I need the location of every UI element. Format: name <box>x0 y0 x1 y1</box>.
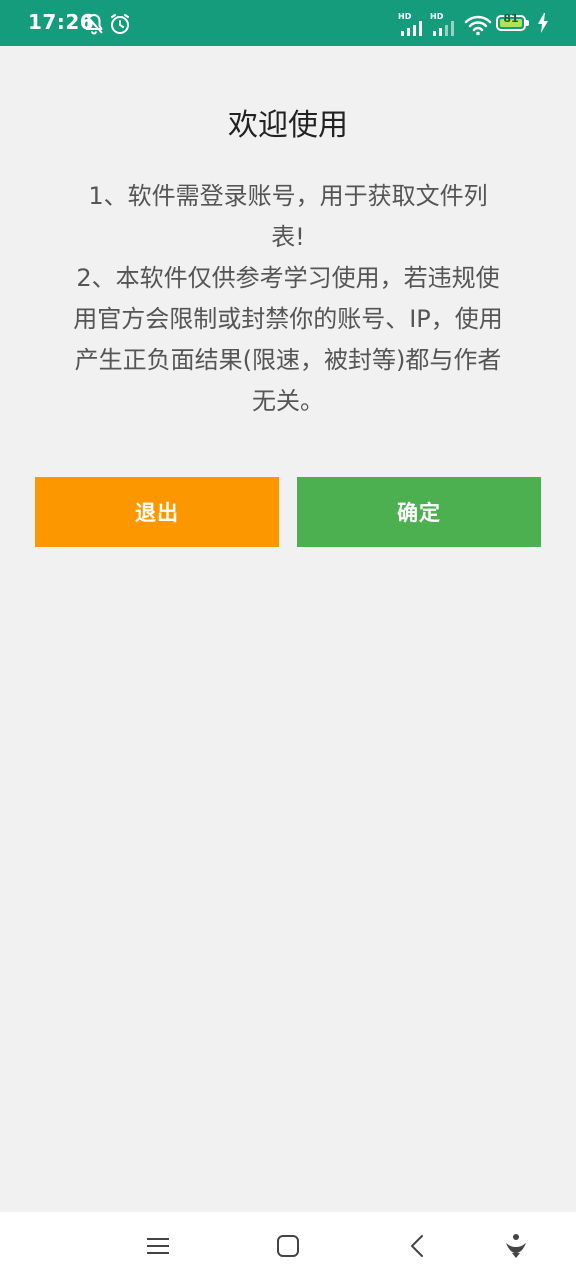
signal-icon <box>401 21 422 36</box>
alarm-icon <box>111 14 129 34</box>
exit-button[interactable]: 退出 <box>35 477 279 547</box>
navigation-bar <box>0 1212 576 1280</box>
battery-tip <box>526 20 529 26</box>
battery-icon: 81 <box>496 12 532 33</box>
wifi-icon <box>464 15 492 36</box>
dialog-title: 欢迎使用 <box>228 108 348 143</box>
notice-text: 1、软件需登录账号，用于获取文件列 表! 2、本软件仅供参考学习使用，若违规使 … <box>52 176 524 422</box>
notice-line: 表! <box>271 223 305 251</box>
signal-block-1: HD <box>398 12 426 36</box>
charging-icon <box>538 13 548 33</box>
back-icon[interactable] <box>404 1232 432 1260</box>
home-icon[interactable] <box>274 1232 302 1260</box>
accessibility-icon[interactable] <box>502 1232 530 1260</box>
signal-icon <box>433 21 454 36</box>
menu-icon[interactable] <box>144 1232 172 1260</box>
status-bar: 17:26 HD HD 81 <box>0 0 576 46</box>
notice-line: 1、软件需登录账号，用于获取文件列 <box>88 182 488 210</box>
battery-level: 81 <box>503 12 519 25</box>
bell-off-icon <box>85 14 103 35</box>
confirm-button[interactable]: 确定 <box>297 477 541 547</box>
notice-line: 产生正负面结果(限速，被封等)都与作者 <box>74 346 502 374</box>
signal-block-2: HD <box>430 12 458 36</box>
notice-line: 无关。 <box>252 387 324 415</box>
notice-line: 用官方会限制或封禁你的账号、IP，使用 <box>73 305 503 333</box>
notice-line: 2、本软件仅供参考学习使用，若违规使 <box>76 264 500 292</box>
